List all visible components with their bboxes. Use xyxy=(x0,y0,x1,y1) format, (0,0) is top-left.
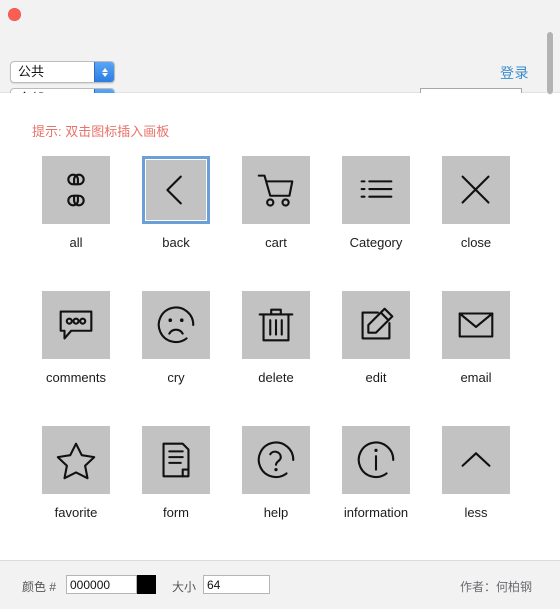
chevron-down-icon xyxy=(101,72,108,77)
icon-tile[interactable] xyxy=(142,426,210,494)
scope-select[interactable]: 公共 xyxy=(10,61,115,83)
icon-tile[interactable] xyxy=(142,156,210,224)
category-icon xyxy=(360,180,393,198)
color-swatch[interactable] xyxy=(137,575,156,594)
toolbar-header: 公共 全部 登录 xyxy=(0,28,560,112)
icon-cell-comments[interactable]: comments xyxy=(26,291,126,426)
icon-tile[interactable] xyxy=(442,156,510,224)
scrollbar-thumb[interactable] xyxy=(546,31,554,95)
icon-cell-cry[interactable]: cry xyxy=(126,291,226,426)
icon-tile[interactable] xyxy=(242,426,310,494)
less-icon xyxy=(461,452,491,467)
icon-label: edit xyxy=(365,370,387,385)
icon-label: favorite xyxy=(54,505,98,520)
icon-tile[interactable] xyxy=(242,291,310,359)
color-label: 颜色 # xyxy=(22,580,57,594)
icon-cell-close[interactable]: close xyxy=(426,156,526,291)
icon-label: help xyxy=(263,505,289,520)
icon-label: Category xyxy=(349,235,403,250)
icon-tile[interactable] xyxy=(42,426,110,494)
icon-cell-information[interactable]: information xyxy=(326,426,426,560)
login-link[interactable]: 登录 xyxy=(500,63,529,83)
icon-label: form xyxy=(163,505,189,520)
icon-cell-less[interactable]: less xyxy=(426,426,526,560)
comments-icon xyxy=(59,310,93,340)
icon-label: all xyxy=(69,235,83,250)
icon-tile[interactable] xyxy=(142,291,210,359)
icon-cell-back[interactable]: back xyxy=(126,156,226,291)
icon-label: delete xyxy=(258,370,294,385)
scope-select-stepper[interactable] xyxy=(94,62,114,82)
icon-label: comments xyxy=(46,370,106,385)
icon-browser-content: 提示: 双击图标插入画板 all back cart Category close com… xyxy=(0,93,560,560)
icon-cell-help[interactable]: help xyxy=(226,426,326,560)
vertical-scrollbar[interactable] xyxy=(543,28,557,561)
icon-cell-delete[interactable]: delete xyxy=(226,291,326,426)
icon-tile[interactable] xyxy=(342,156,410,224)
icon-tile[interactable] xyxy=(342,291,410,359)
information-icon xyxy=(357,441,395,479)
back-icon xyxy=(166,175,182,205)
chevron-up-icon xyxy=(101,67,108,72)
icon-label: less xyxy=(464,505,488,520)
icon-cell-favorite[interactable]: favorite xyxy=(26,426,126,560)
size-input[interactable] xyxy=(203,575,270,594)
scope-select-value: 公共 xyxy=(18,64,45,79)
icon-cell-email[interactable]: email xyxy=(426,291,526,426)
icon-cell-form[interactable]: form xyxy=(126,426,226,560)
delete-icon xyxy=(258,308,294,342)
all-icon xyxy=(67,173,85,207)
icon-label: cry xyxy=(167,370,185,385)
icon-tile[interactable] xyxy=(242,156,310,224)
email-icon xyxy=(458,312,494,338)
color-hex-input[interactable] xyxy=(66,575,137,594)
edit-icon xyxy=(361,307,394,340)
icon-tile[interactable] xyxy=(342,426,410,494)
icon-cell-all[interactable]: all xyxy=(26,156,126,291)
icon-tile[interactable] xyxy=(442,291,510,359)
icon-cell-category[interactable]: Category xyxy=(326,156,426,291)
help-icon xyxy=(257,441,295,479)
form-icon xyxy=(162,442,190,478)
size-label: 大小 xyxy=(172,580,197,594)
icon-tile[interactable] xyxy=(42,291,110,359)
title-bar xyxy=(0,0,560,28)
cry-icon xyxy=(157,306,195,344)
icon-tile[interactable] xyxy=(442,426,510,494)
hint-text: 提示: 双击图标插入画板 xyxy=(32,124,170,139)
app-window: 公共 全部 登录 提示: 双击图标插入画板 all back cart Categor… xyxy=(0,0,560,609)
icon-label: information xyxy=(343,505,409,520)
icon-grid: all back cart Category close comments cry delet… xyxy=(26,156,536,560)
close-window-button[interactable] xyxy=(8,8,21,21)
icon-label: cart xyxy=(265,235,287,250)
icon-label: email xyxy=(460,370,492,385)
icon-cell-edit[interactable]: edit xyxy=(326,291,426,426)
favorite-icon xyxy=(56,442,96,480)
icon-label: close xyxy=(460,235,492,250)
icon-cell-cart[interactable]: cart xyxy=(226,156,326,291)
icon-label: back xyxy=(162,235,190,250)
footer-bar: 颜色 # 大小 作者：何柏钢 xyxy=(0,560,560,609)
close-icon xyxy=(461,175,490,204)
author-credit: 作者：何柏钢 xyxy=(459,580,532,594)
cart-icon xyxy=(257,174,294,207)
icon-tile[interactable] xyxy=(42,156,110,224)
